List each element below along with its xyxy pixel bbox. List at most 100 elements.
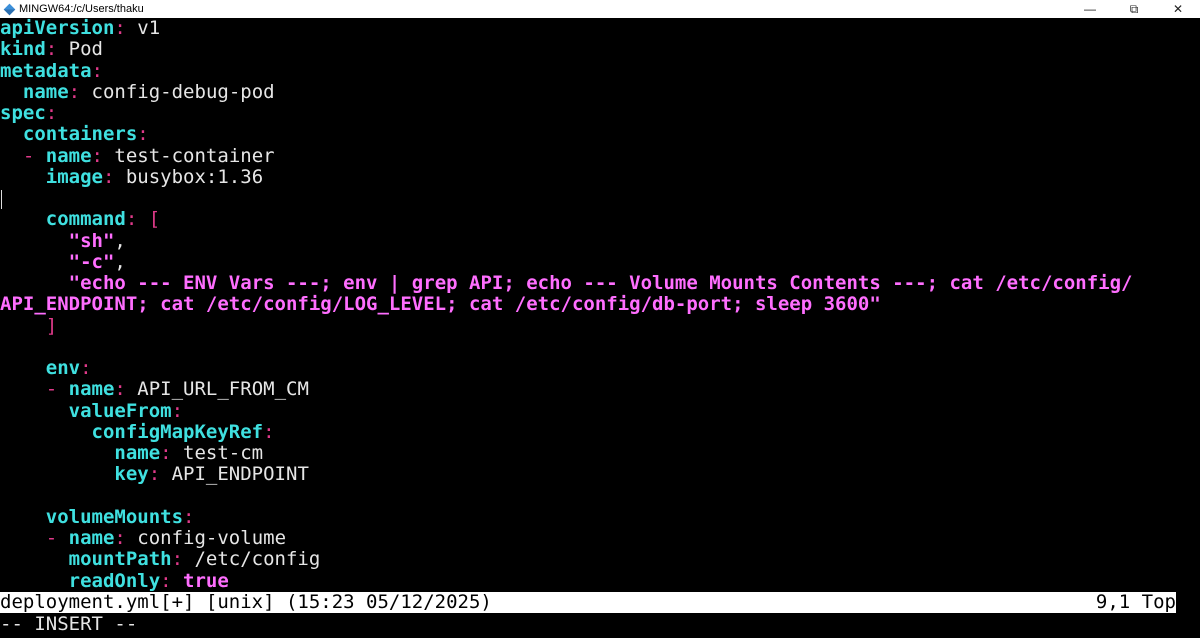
editor-line: volumeMounts: (0, 505, 195, 528)
editor-line: configMapKeyRef: (0, 420, 275, 443)
editor-line: apiVersion: v1 (0, 18, 160, 39)
code-token: readOnly (68, 569, 161, 592)
status-cursor-position: 9,1 Top (1095, 591, 1176, 613)
code-token: : (148, 463, 161, 486)
code-token: kind (0, 38, 46, 61)
code-token: : (171, 399, 184, 422)
code-token: image (45, 165, 103, 188)
code-token: v1 (125, 17, 161, 39)
editor-line: image: busybox:1.36 (0, 165, 263, 188)
code-token: API_URL_FROM_CM (125, 378, 309, 401)
code-token: Pod (57, 38, 103, 61)
code-token: test-container (102, 144, 275, 167)
code-token: command (45, 208, 126, 231)
code-token: : (137, 123, 149, 146)
editor-line: name: test-cm (0, 443, 263, 464)
code-token: spec (0, 102, 46, 124)
editor-line: mountPath: /etc/config (0, 548, 321, 571)
text-cursor (1, 190, 2, 209)
code-token: name (22, 80, 69, 103)
code-token: : (160, 569, 172, 592)
window-controls: — ⧉ ✕ (1068, 0, 1200, 18)
code-token: : (68, 80, 81, 103)
code-token: : (114, 527, 126, 549)
code-token: config-volume (125, 527, 287, 549)
code-token: key (114, 463, 149, 486)
editor-line: command: [ (0, 209, 160, 230)
code-token: : (91, 59, 103, 82)
code-token: : (183, 505, 195, 528)
close-button[interactable]: ✕ (1156, 0, 1200, 18)
editor-line: containers: (0, 124, 149, 145)
status-file-info: deployment.yml[+] [unix] (15:23 05/12/20… (0, 591, 492, 613)
code-token: name (68, 378, 115, 401)
code-token: : [ (125, 208, 161, 231)
code-token: ] (45, 314, 58, 337)
code-token: : (45, 102, 58, 124)
code-token: - (0, 378, 69, 401)
editor-line: env: (0, 358, 92, 379)
window-title: MINGW64:/c/Users/thaku (19, 3, 144, 15)
code-token: : (45, 38, 58, 61)
code-token: volumeMounts (45, 505, 184, 528)
terminal-scrollbar[interactable] (1180, 18, 1200, 638)
code-token: : (80, 357, 92, 379)
code-token: name (68, 527, 115, 549)
code-token: "-c" (68, 250, 115, 273)
code-token: valueFrom (68, 399, 172, 422)
code-token: , (114, 250, 126, 273)
minimize-button[interactable]: — (1068, 0, 1112, 18)
editor-line: name: config-debug-pod (0, 80, 275, 103)
code-token: API_ENDPOINT (160, 463, 309, 486)
code-token: API_ENDPOINT; cat /etc/config/LOG_LEVEL;… (0, 293, 881, 316)
code-token: - (0, 527, 69, 549)
code-token: "sh" (68, 229, 115, 252)
code-token: : (114, 17, 126, 39)
vim-mode-indicator: -- INSERT -- (0, 613, 138, 635)
code-token: : (160, 442, 172, 464)
code-token: : (171, 548, 184, 571)
code-token: test-cm (171, 442, 264, 464)
code-token: "echo --- ENV Vars ---; env | grep API; … (68, 272, 1133, 294)
editor-line: "sh", (0, 229, 126, 252)
code-token: mountPath (68, 548, 172, 571)
editor-line: readOnly: true (0, 569, 229, 592)
vim-status-line: deployment.yml[+] [unix] (15:23 05/12/20… (0, 592, 1176, 613)
code-token: /etc/config (183, 548, 321, 571)
code-token: - (0, 144, 46, 167)
maximize-button[interactable]: ⧉ (1112, 0, 1156, 18)
mingw-app-icon (3, 3, 16, 15)
code-token: : (263, 420, 275, 443)
code-token: : (102, 165, 115, 188)
terminal-window[interactable]: apiVersion: v1 kind: Pod metadata: name: c… (0, 18, 1200, 638)
editor-line: key: API_ENDPOINT (0, 464, 309, 485)
title-bar: MINGW64:/c/Users/thaku — ⧉ ✕ (0, 0, 1200, 18)
editor-line: - name: config-volume (0, 528, 286, 549)
editor-line: valueFrom: (0, 399, 184, 422)
editor-line: API_ENDPOINT; cat /etc/config/LOG_LEVEL;… (0, 294, 881, 315)
code-token: containers (22, 123, 138, 146)
editor-line: spec: (0, 103, 57, 124)
code-token: configMapKeyRef (91, 420, 264, 443)
code-token: name (45, 144, 92, 167)
code-token: true (171, 569, 229, 592)
editor-line: kind: Pod (0, 39, 103, 60)
editor-line: - name: test-container (0, 144, 275, 167)
code-token: : (114, 378, 126, 401)
editor-line: "echo --- ENV Vars ---; env | grep API; … (0, 272, 1133, 294)
editor-line: metadata: (0, 59, 103, 82)
code-token: metadata (0, 59, 92, 82)
editor-line: - name: API_URL_FROM_CM (0, 379, 309, 400)
